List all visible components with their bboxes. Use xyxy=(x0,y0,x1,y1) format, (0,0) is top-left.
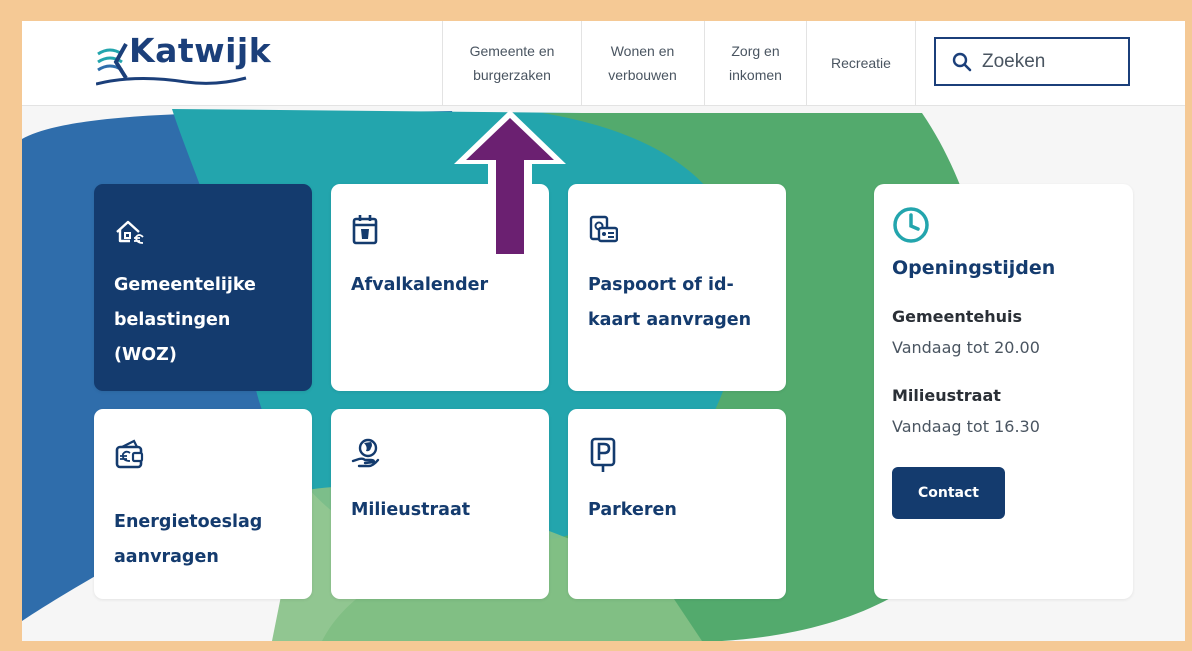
passport-id-icon xyxy=(589,215,618,243)
location-name: Milieustraat xyxy=(892,386,1001,405)
location-time: Vandaag tot 16.30 xyxy=(892,417,1040,436)
nav-zorg-inkomen[interactable]: Zorg en inkomen xyxy=(704,21,806,105)
parking-sign-icon xyxy=(590,437,616,472)
browser-viewport: Katwijk Gemeente en burgerzaken Wonen en… xyxy=(22,21,1185,641)
annotation-arrow xyxy=(454,110,566,258)
tile-gemeentelijke-belastingen[interactable]: Gemeentelijke belastingen (WOZ) xyxy=(94,184,312,391)
location-time: Vandaag tot 20.00 xyxy=(892,338,1040,357)
opening-hours-title: Openingstijden xyxy=(892,257,1056,279)
calendar-bin-icon xyxy=(352,215,378,245)
tile-paspoort-id-kaart[interactable]: Paspoort of id-kaart aanvragen xyxy=(568,184,786,391)
nav-wonen-verbouwen[interactable]: Wonen en verbouwen xyxy=(581,21,703,105)
tile-label: Milieustraat xyxy=(351,500,471,520)
nav-recreatie[interactable]: Recreatie xyxy=(806,21,916,105)
location-name: Gemeentehuis xyxy=(892,307,1023,326)
tile-energietoeslag[interactable]: Energietoeslag aanvragen xyxy=(94,409,312,599)
tile-label: Gemeentelijke belastingen (WOZ) xyxy=(114,275,256,365)
tile-milieustraat[interactable]: Milieustraat xyxy=(331,409,549,599)
hand-globe-icon xyxy=(351,438,380,468)
tile-label: Afvalkalender xyxy=(351,275,489,295)
opening-hours-card: Openingstijden Gemeentehuis Vandaag tot … xyxy=(874,184,1133,599)
tile-label: Energietoeslag aanvragen xyxy=(114,512,263,567)
nav-gemeente-burgerzaken[interactable]: Gemeente en burgerzaken xyxy=(442,21,581,105)
tile-parkeren[interactable]: Parkeren xyxy=(568,409,786,599)
tile-label: Paspoort of id-kaart aanvragen xyxy=(588,275,752,330)
tile-label: Parkeren xyxy=(588,500,677,520)
brand-name: Katwijk xyxy=(129,31,272,70)
search-box[interactable] xyxy=(934,37,1130,86)
house-euro-icon xyxy=(116,220,144,244)
site-header: Katwijk Gemeente en burgerzaken Wonen en… xyxy=(22,21,1185,106)
contact-button[interactable]: Contact xyxy=(892,467,1005,519)
search-icon xyxy=(952,52,972,71)
clock-icon xyxy=(893,207,929,243)
search-input[interactable] xyxy=(980,49,1124,74)
wallet-euro-icon xyxy=(115,439,144,469)
